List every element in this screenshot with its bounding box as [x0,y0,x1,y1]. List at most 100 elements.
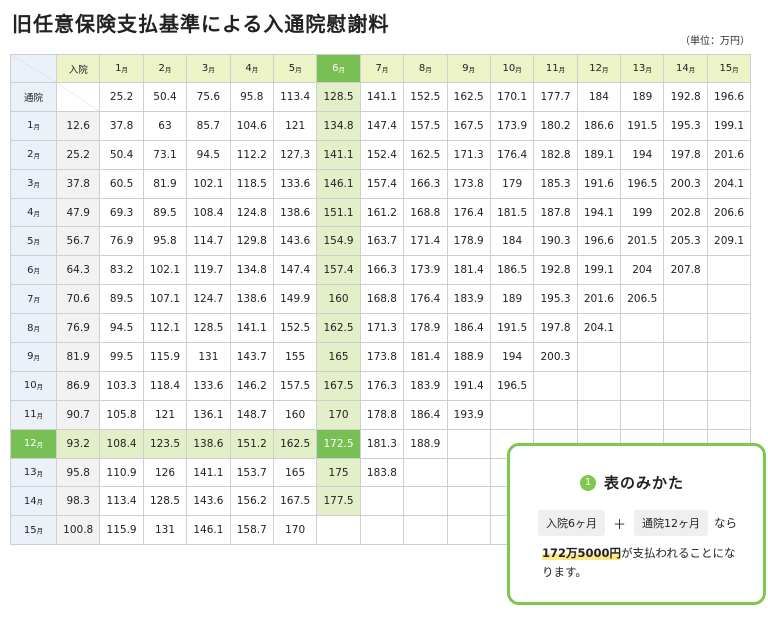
table-cell [707,343,752,372]
table-cell: 162.5 [404,140,448,170]
table-cell: 56.7 [57,227,101,257]
month-suffix: 月 [36,469,44,478]
month-number: 14 [676,63,689,74]
table-cell: 181.5 [490,198,535,228]
guide-nara: なら [714,516,738,530]
table-cell: 119.7 [187,256,231,286]
table-cell: 50.4 [100,140,144,170]
table-cell: 108.4 [187,198,231,228]
table-cell: 176.3 [360,371,405,401]
row-header-13: 13 月 [11,458,57,488]
table-cell: 172.5 [317,429,361,459]
table-cell: 196.5 [621,169,665,199]
table-cell: 123.5 [143,429,188,459]
table-cell: 176.4 [447,198,491,228]
diagonal-cell [57,83,101,112]
table-cell: 170.1 [490,83,535,112]
table-cell: 191.5 [490,314,535,344]
table-cell [707,285,752,315]
table-cell: 166.3 [404,169,448,199]
guide-number-badge: 1 [580,474,596,491]
col-header-6: 6月 [317,55,361,83]
table-cell: 192.8 [664,83,708,112]
month-number: 15 [23,524,37,536]
row-header-15: 15 月 [11,516,57,546]
table-cell: 131 [187,343,231,372]
table-cell: 181.4 [447,256,491,286]
table-cell: 201.6 [707,140,752,170]
table-cell: 178.9 [404,314,448,344]
month-suffix: 月 [468,65,476,74]
guide-explanation: 172万5000円が支払われることになります。 [542,544,742,582]
table-cell: 179 [490,169,535,199]
table-cell: 95.8 [230,83,274,112]
table-cell: 184 [577,83,622,112]
table-cell [447,516,491,546]
row-header-12: 12 月 [11,429,57,459]
table-cell [664,314,708,344]
table-cell: 118.5 [230,169,274,199]
table-cell: 112.1 [143,314,188,344]
table-cell: 146.2 [230,371,274,401]
table-cell: 186.5 [490,256,535,286]
row-header-4: 4月 [11,198,57,228]
row-header-8: 8月 [11,314,57,344]
table-cell: 126 [143,458,188,488]
table-cell: 141.1 [230,314,274,344]
table-cell: 37.8 [100,111,144,141]
table-cell: 183.9 [447,285,491,315]
table-cell: 110.9 [100,458,144,488]
table-cell [447,487,491,517]
table-cell: 181.3 [360,429,405,459]
table-cell: 75.6 [187,83,231,112]
table-cell: 199 [621,198,665,228]
month-number: 15 [719,63,733,74]
table-cell: 105.8 [100,400,144,430]
table-cell: 166.3 [360,256,405,286]
table-cell: 138.6 [273,198,318,228]
month-number: 11 [545,63,559,74]
table-cell: 151.1 [317,198,361,228]
row-header-outpatient-label: 通院 [11,83,57,112]
month-suffix: 月 [558,65,566,74]
table-cell: 69.3 [100,198,144,228]
table-cell: 138.6 [230,285,274,315]
table-cell: 197.8 [534,314,578,344]
month-suffix: 月 [425,65,432,74]
table-cell: 170 [273,516,318,546]
table-cell: 206.6 [707,198,752,228]
table-cell: 160 [273,400,318,430]
table-cell: 152.5 [404,83,448,112]
row-header-7: 7月 [11,285,57,315]
table-cell: 134.8 [317,111,361,141]
table-cell: 152.4 [360,140,405,170]
table-cell: 194 [621,140,665,170]
table-cell: 104.6 [230,111,274,141]
table-cell: 171.4 [404,227,448,257]
table-cell: 195.3 [664,111,708,141]
month-suffix: 月 [33,267,40,276]
month-number: 10 [502,63,516,74]
table-cell: 157.5 [273,371,318,401]
table-cell: 196.6 [707,83,752,112]
table-cell: 131 [143,516,188,546]
month-number: 12 [23,438,37,450]
row-header-5: 5月 [11,227,57,257]
guide-example: 入院6ヶ月 ＋ 通院12ヶ月 なら [538,510,737,536]
table-cell [490,400,535,430]
table-cell: 50.4 [143,83,188,112]
table-cell: 98.3 [57,487,101,517]
col-header-15: 15 月 [707,55,752,83]
table-cell: 196.5 [490,371,535,401]
table-cell: 90.7 [57,400,101,430]
table-cell [577,371,622,401]
table-cell: 165 [273,458,318,488]
table-cell: 64.3 [57,256,101,286]
month-suffix: 月 [164,65,172,74]
month-suffix: 月 [515,65,522,74]
table-cell [360,516,405,546]
month-number: 11 [23,409,37,421]
table-cell: 70.6 [57,285,101,315]
table-cell: 83.2 [100,256,144,286]
table-cell: 157.4 [317,256,361,286]
